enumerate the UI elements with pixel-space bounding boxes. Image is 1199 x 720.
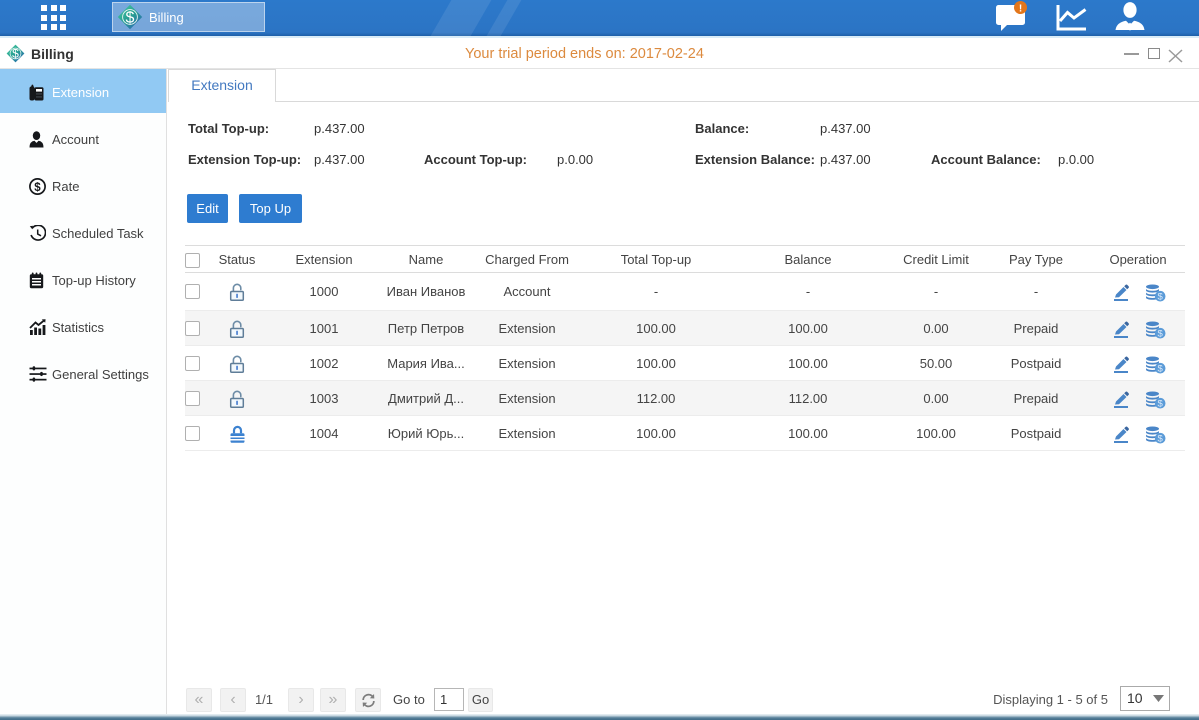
svg-text:!: ! [1019, 4, 1022, 15]
svg-text:$: $ [126, 10, 135, 27]
svg-text:$: $ [1157, 328, 1163, 338]
svg-text:$: $ [1157, 291, 1163, 301]
svg-text:$: $ [1157, 363, 1163, 373]
svg-text:$: $ [1157, 433, 1163, 443]
svg-text:$: $ [34, 182, 41, 194]
svg-text:$: $ [1157, 398, 1163, 408]
svg-text:$: $ [12, 47, 19, 61]
